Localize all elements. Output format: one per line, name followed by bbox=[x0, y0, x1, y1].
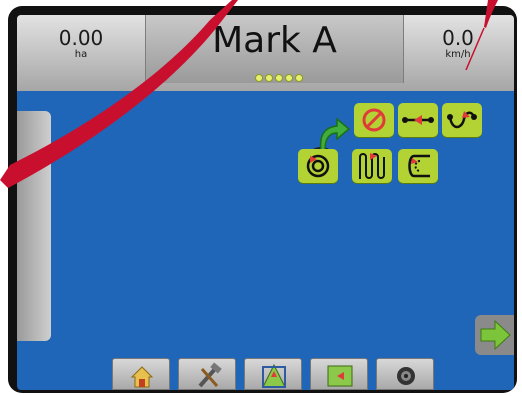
camera-icon bbox=[397, 367, 415, 385]
guidance-mode-panel[interactable]: Mark A bbox=[145, 15, 404, 83]
indicator-dot bbox=[275, 74, 283, 82]
page-title: Mark A bbox=[212, 20, 337, 61]
last-pass-icon bbox=[408, 154, 430, 178]
home-tab[interactable] bbox=[112, 358, 170, 390]
adaptive-curve-button[interactable] bbox=[352, 149, 392, 183]
field-view-icon bbox=[327, 365, 353, 387]
guidance-screen: 0.00 ha Mark A 0.0 km/h bbox=[17, 15, 514, 390]
curved-ab-button[interactable] bbox=[442, 103, 482, 137]
camera-tab[interactable] bbox=[376, 358, 434, 390]
speed-value: 0.0 bbox=[442, 26, 474, 50]
indicator-dot bbox=[265, 74, 273, 82]
field-view-tab[interactable] bbox=[310, 358, 368, 390]
adaptive-curve-icon bbox=[359, 153, 385, 179]
vehicle-view-icon bbox=[262, 363, 286, 388]
straight-line-icon bbox=[402, 115, 434, 125]
right-arrow-icon bbox=[480, 319, 511, 351]
straight-ab-button[interactable] bbox=[398, 103, 438, 137]
status-bar: 0.00 ha Mark A 0.0 km/h bbox=[17, 15, 514, 91]
indicator-dot bbox=[285, 74, 293, 82]
speed-readout[interactable]: 0.0 km/h bbox=[402, 15, 514, 81]
tools-tab[interactable] bbox=[178, 358, 236, 390]
mark-indicator-dots bbox=[254, 67, 304, 86]
next-screen-tab[interactable] bbox=[475, 315, 514, 355]
vehicle-view-tab[interactable] bbox=[244, 358, 302, 390]
indicator-dot bbox=[255, 74, 263, 82]
home-icon bbox=[130, 366, 154, 388]
no-guidance-button[interactable] bbox=[354, 103, 394, 137]
prohibit-icon bbox=[362, 108, 386, 132]
speed-unit: km/h bbox=[445, 49, 471, 60]
circle-icon bbox=[306, 154, 330, 178]
circle-pivot-button[interactable] bbox=[298, 149, 338, 183]
indicator-dot bbox=[295, 74, 303, 82]
bottom-toolbar bbox=[112, 358, 437, 390]
left-panel-tab[interactable] bbox=[17, 111, 51, 341]
area-unit: ha bbox=[74, 49, 88, 60]
last-pass-button[interactable] bbox=[398, 149, 438, 183]
area-readout[interactable]: 0.00 ha bbox=[17, 15, 145, 81]
area-value: 0.00 bbox=[58, 26, 104, 50]
curve-line-icon bbox=[447, 111, 477, 129]
tools-icon bbox=[198, 362, 222, 388]
